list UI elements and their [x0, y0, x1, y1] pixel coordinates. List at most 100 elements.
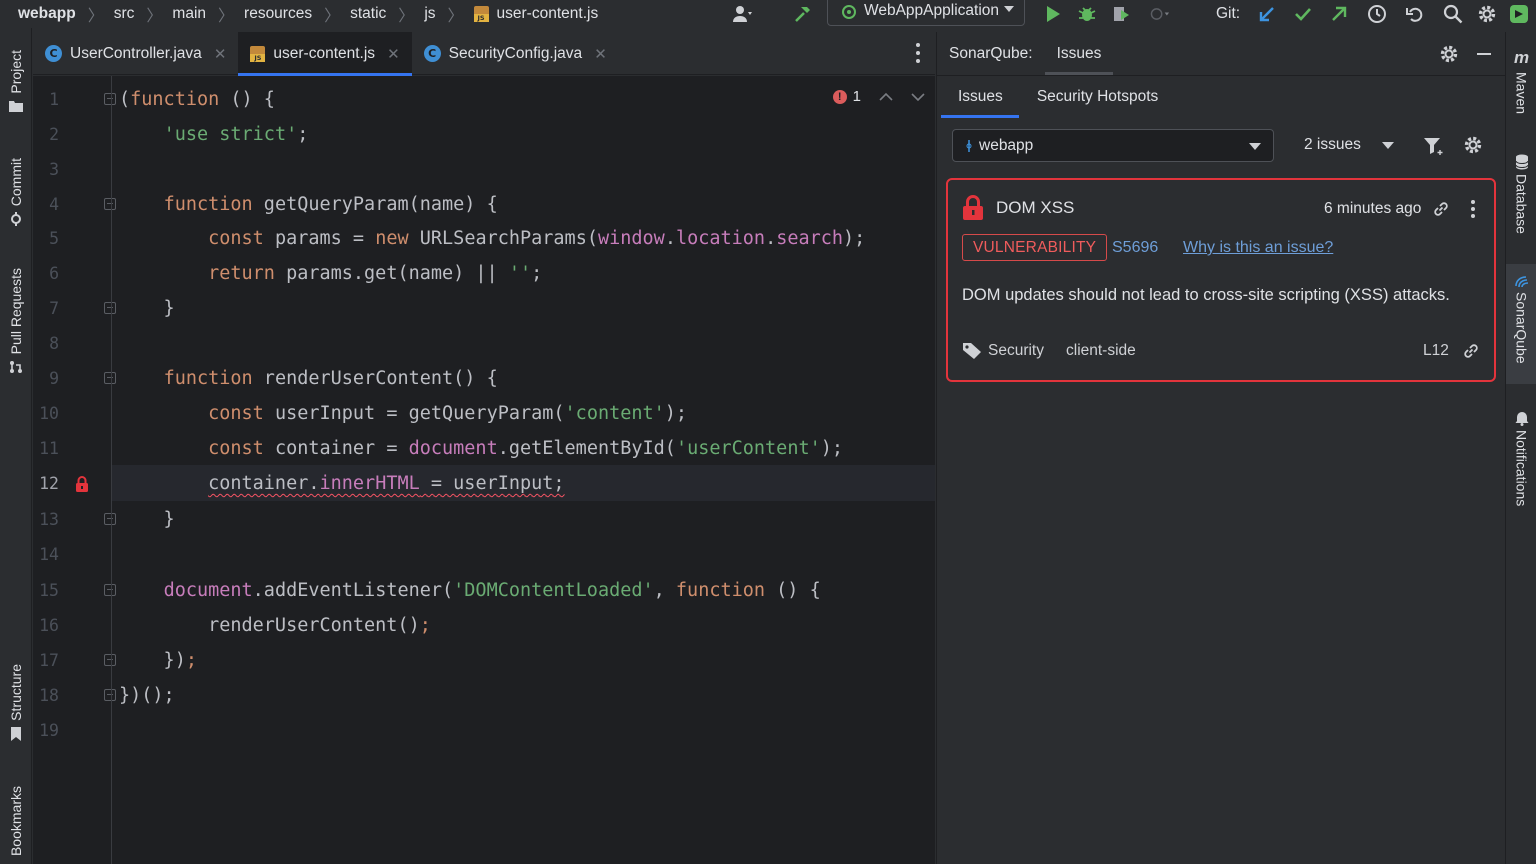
fold-icon[interactable]	[104, 513, 116, 525]
git-commit-check-icon[interactable]	[1292, 3, 1314, 25]
close-icon[interactable]: ✕	[594, 45, 607, 63]
breadcrumb-resources[interactable]: 〉 resources	[206, 2, 312, 26]
debug-icon[interactable]	[1076, 3, 1098, 25]
code-line[interactable]: function getQueryParam(name) {	[119, 187, 498, 222]
issue-line-link[interactable]: L12	[1423, 342, 1449, 360]
tab-user-content-js[interactable]: JS user-content.js ✕	[238, 32, 412, 76]
code-line[interactable]: document.addEventListener('DOMContentLoa…	[119, 573, 821, 608]
tool-maven[interactable]: m Maven	[1506, 48, 1536, 114]
rollback-icon[interactable]	[1404, 3, 1426, 25]
tool-bookmarks[interactable]: Bookmarks	[0, 786, 32, 856]
profiler-icon[interactable]	[1150, 3, 1172, 25]
fold-icon[interactable]	[104, 372, 116, 384]
run-icon[interactable]	[1042, 3, 1064, 25]
breadcrumb-main[interactable]: 〉 main	[134, 2, 206, 26]
tab-issues[interactable]: Issues	[937, 76, 1019, 118]
tool-commit[interactable]: Commit	[0, 158, 32, 227]
fold-icon[interactable]	[104, 198, 116, 210]
build-hammer-icon[interactable]	[792, 3, 814, 25]
why-is-this-an-issue-link[interactable]: Why is this an issue?	[1183, 239, 1333, 257]
tool-notifications[interactable]: Notifications	[1506, 410, 1536, 506]
minimize-icon[interactable]	[1475, 44, 1493, 64]
line-number: 12	[39, 474, 59, 493]
line-number: 3	[49, 160, 59, 179]
fold-icon[interactable]	[104, 584, 116, 596]
history-clock-icon[interactable]	[1366, 3, 1388, 25]
filter-icon[interactable]	[1423, 136, 1445, 156]
vulnerability-lock-icon[interactable]	[75, 476, 89, 492]
header-tab-issues[interactable]: Issues	[1044, 32, 1114, 75]
line-number: 19	[39, 721, 59, 740]
tool-label: SonarQube	[1513, 292, 1530, 364]
tool-sonarqube[interactable]: SonarQube	[1506, 264, 1536, 384]
add-user-icon[interactable]	[732, 3, 754, 25]
code-line[interactable]: })();	[119, 678, 175, 713]
issue-count-dropdown[interactable]: 2 issues	[1304, 136, 1394, 156]
chevron-down-icon[interactable]	[911, 92, 925, 102]
close-icon[interactable]: ✕	[214, 45, 227, 63]
coverage-icon[interactable]	[1110, 3, 1132, 25]
run-configuration-selector[interactable]: WebAppApplication	[827, 0, 1025, 26]
more-tabs-icon[interactable]	[915, 43, 921, 63]
git-update-icon[interactable]	[1256, 3, 1278, 25]
maven-icon: m	[1513, 48, 1530, 67]
tag-icon	[963, 343, 981, 359]
code-line[interactable]: const params = new URLSearchParams(windo…	[119, 221, 865, 256]
tool-project[interactable]: Project	[0, 50, 32, 112]
code-line[interactable]: 'use strict';	[119, 117, 309, 152]
breadcrumb-static[interactable]: 〉 static	[312, 2, 386, 26]
git-push-icon[interactable]	[1328, 3, 1350, 25]
issue-type-badge: VULNERABILITY	[962, 234, 1108, 261]
code-line[interactable]: const container = document.getElementByI…	[119, 431, 843, 466]
fold-icon[interactable]	[104, 689, 116, 701]
code-line[interactable]: container.innerHTML = userInput;	[119, 466, 564, 501]
code-editor[interactable]: 1 2 3 4 5 6 7 8 9 10 11 12 13 14 15 16 1…	[33, 76, 935, 864]
line-number: 13	[39, 510, 59, 529]
chevron-up-icon[interactable]	[879, 92, 893, 102]
code-line[interactable]: const userInput = getQueryParam('content…	[119, 396, 687, 431]
tool-pull-requests[interactable]: Pull Requests	[0, 268, 32, 374]
fold-icon[interactable]	[104, 302, 116, 314]
code-line[interactable]: return params.get(name) || '';	[119, 256, 542, 291]
tool-label: Structure	[8, 664, 24, 721]
error-count: 1	[852, 88, 861, 105]
breadcrumb-file[interactable]: 〉 JS user-content.js	[436, 2, 599, 26]
settings-gear-icon[interactable]	[1439, 44, 1459, 64]
tab-usercontroller[interactable]: C UserController.java ✕	[33, 32, 238, 75]
jetbrains-ai-icon[interactable]	[1508, 3, 1530, 25]
code-line[interactable]: function renderUserContent() {	[119, 361, 498, 396]
rule-key-link[interactable]: S5696	[1112, 239, 1158, 257]
tab-label: user-content.js	[273, 44, 376, 62]
code-line[interactable]: }	[119, 502, 175, 537]
line-number: 8	[49, 334, 59, 353]
tab-securityconfig[interactable]: C SecurityConfig.java ✕	[412, 32, 619, 75]
tab-security-hotspots[interactable]: Security Hotspots	[1019, 76, 1174, 118]
fold-icon[interactable]	[104, 654, 116, 666]
link-icon[interactable]	[1462, 342, 1480, 360]
search-icon[interactable]	[1442, 3, 1464, 25]
issue-title: DOM XSS	[996, 198, 1075, 217]
settings-gear-icon[interactable]	[1476, 3, 1498, 25]
line-number: 2	[49, 125, 59, 144]
tool-structure[interactable]: Structure	[0, 664, 32, 741]
project-selector[interactable]: webapp	[952, 129, 1274, 162]
breadcrumb-js[interactable]: 〉 js	[386, 2, 435, 26]
inspection-widget[interactable]: ! 1	[832, 88, 925, 105]
settings-gear-icon[interactable]	[1463, 135, 1483, 155]
issue-count-label: 2 issues	[1304, 136, 1361, 153]
code-line[interactable]: (function () {	[119, 82, 275, 117]
link-icon[interactable]	[1432, 200, 1450, 218]
code-line[interactable]: });	[119, 643, 197, 678]
line-number: 1	[49, 90, 59, 109]
tool-database[interactable]: Database	[1506, 154, 1536, 234]
code-line[interactable]: }	[119, 291, 175, 326]
breadcrumb-project[interactable]: webapp	[18, 5, 76, 23]
fold-icon[interactable]	[104, 93, 116, 105]
close-icon[interactable]: ✕	[387, 45, 400, 63]
more-options-icon[interactable]	[1471, 200, 1475, 218]
error-icon: !	[832, 89, 847, 104]
breadcrumb-src[interactable]: 〉 src	[76, 2, 135, 26]
code-line[interactable]: renderUserContent();	[119, 608, 431, 643]
issue-card[interactable]: DOM XSS 6 minutes ago VULNERABILITY S569…	[946, 178, 1496, 382]
tag-client-side: client-side	[1066, 342, 1136, 359]
